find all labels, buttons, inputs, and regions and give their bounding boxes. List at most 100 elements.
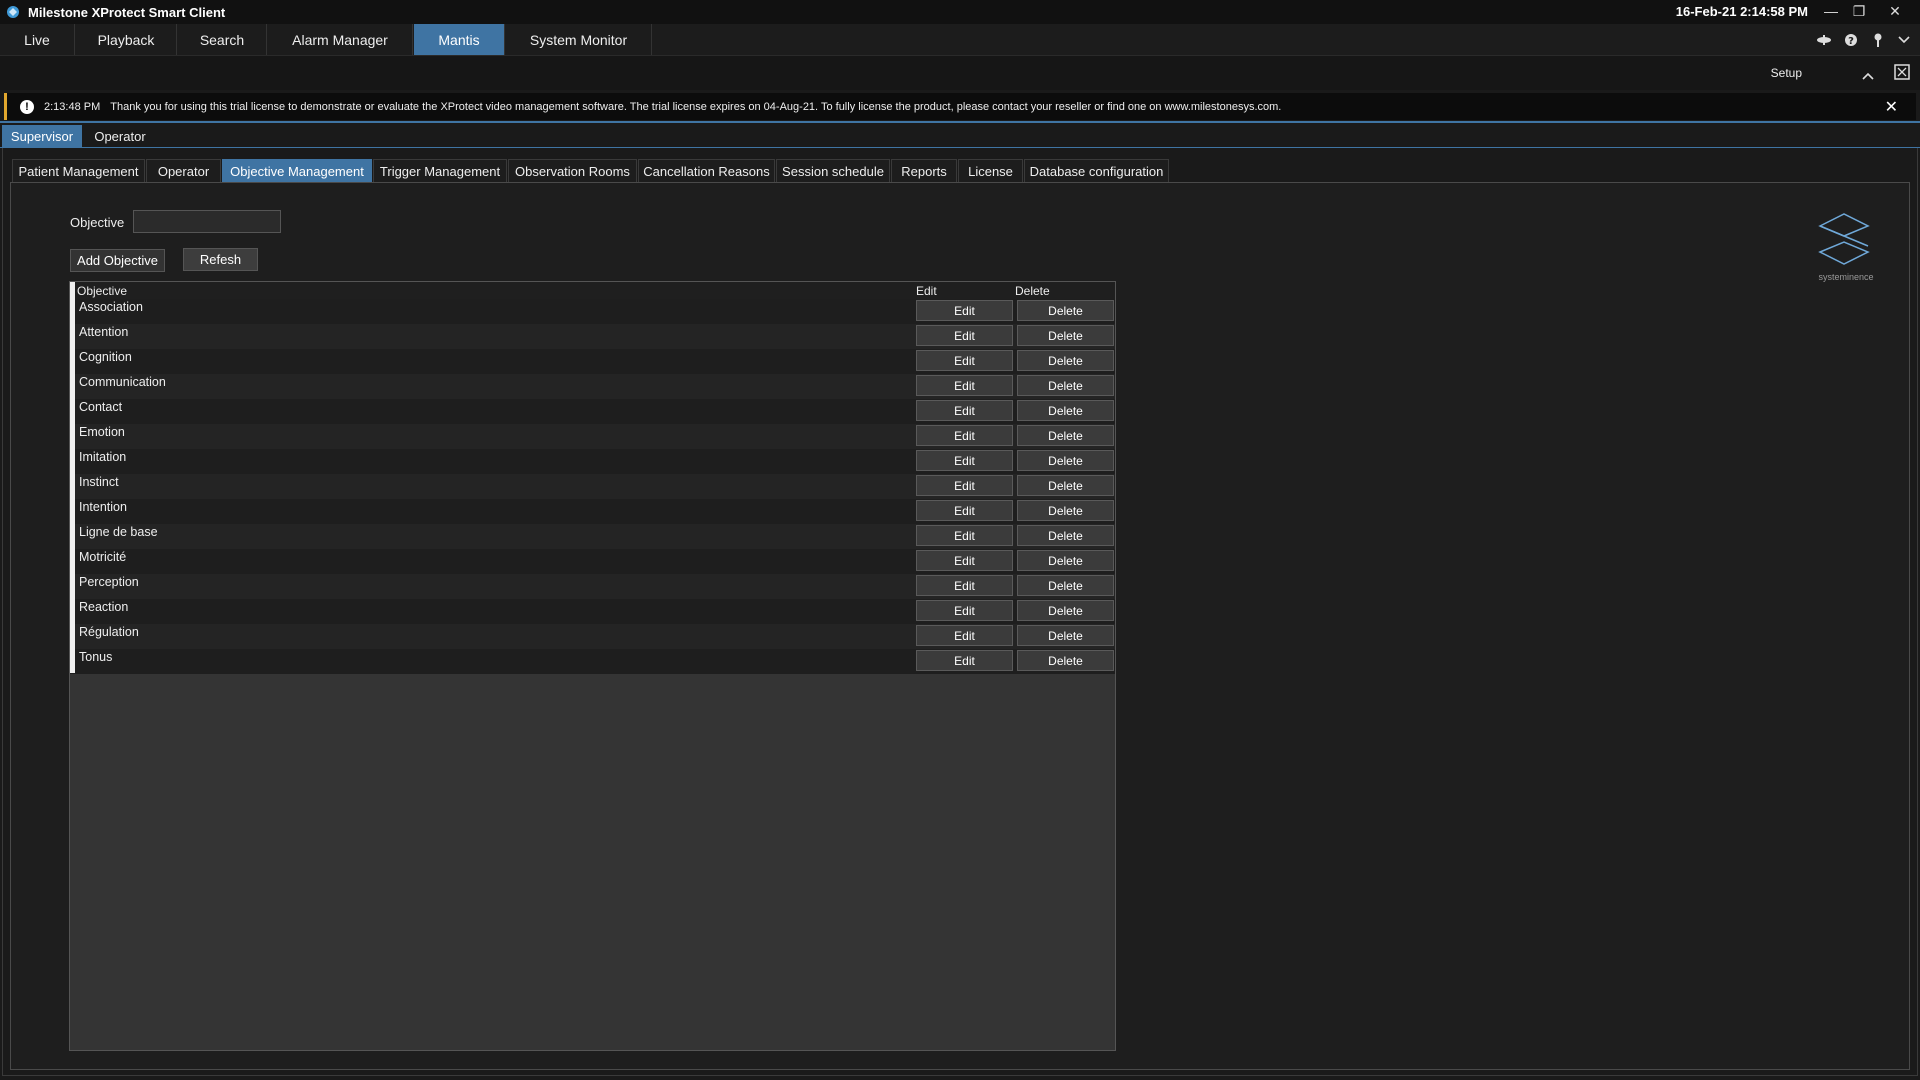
- main-tab-alarm-manager[interactable]: Alarm Manager: [268, 24, 413, 55]
- sub-tab-reports[interactable]: Reports: [891, 159, 957, 182]
- delete-button[interactable]: Delete: [1017, 375, 1114, 396]
- edit-button[interactable]: Edit: [916, 425, 1013, 446]
- close-icon[interactable]: ✕: [1880, 0, 1910, 22]
- chevron-up-icon[interactable]: [1862, 68, 1874, 83]
- add-objective-button[interactable]: Add Objective: [70, 249, 165, 272]
- grid-header: Objective Edit Delete: [70, 282, 1115, 299]
- sub-tab-database-configuration[interactable]: Database configuration: [1024, 159, 1169, 182]
- table-row[interactable]: Intention Edit Delete: [70, 499, 1115, 524]
- edit-button[interactable]: Edit: [916, 575, 1013, 596]
- role-tab-operator[interactable]: Operator: [84, 125, 156, 147]
- window-title: Milestone XProtect Smart Client: [28, 4, 226, 20]
- delete-button[interactable]: Delete: [1017, 450, 1114, 471]
- delete-button[interactable]: Delete: [1017, 525, 1114, 546]
- table-row[interactable]: Ligne de base Edit Delete: [70, 524, 1115, 549]
- delete-button[interactable]: Delete: [1017, 650, 1114, 671]
- objective-input[interactable]: [133, 210, 281, 233]
- edit-button[interactable]: Edit: [916, 500, 1013, 521]
- table-row[interactable]: Contact Edit Delete: [70, 399, 1115, 424]
- table-row[interactable]: Association Edit Delete: [70, 299, 1115, 324]
- edit-button[interactable]: Edit: [916, 550, 1013, 571]
- objective-name: Contact: [79, 400, 123, 414]
- minimize-icon[interactable]: —: [1816, 0, 1846, 22]
- delete-button[interactable]: Delete: [1017, 625, 1114, 646]
- sub-tab-cancellation-reasons[interactable]: Cancellation Reasons: [638, 159, 775, 182]
- table-row[interactable]: Tonus Edit Delete: [70, 649, 1115, 674]
- main-tab-playback[interactable]: Playback: [76, 24, 177, 55]
- delete-button[interactable]: Delete: [1017, 400, 1114, 421]
- objective-name: Cognition: [79, 350, 132, 364]
- header-objective: Objective: [77, 284, 128, 298]
- sub-tab-trigger-management[interactable]: Trigger Management: [373, 159, 507, 182]
- clock: 16-Feb-21 2:14:58 PM: [1675, 4, 1808, 19]
- table-row[interactable]: Emotion Edit Delete: [70, 424, 1115, 449]
- delete-button[interactable]: Delete: [1017, 475, 1114, 496]
- edit-button[interactable]: Edit: [916, 375, 1013, 396]
- setup-button[interactable]: Setup: [1771, 66, 1802, 80]
- role-tab-supervisor[interactable]: Supervisor: [2, 125, 82, 147]
- edit-button[interactable]: Edit: [916, 350, 1013, 371]
- separator: [0, 121, 1920, 123]
- table-row[interactable]: Reaction Edit Delete: [70, 599, 1115, 624]
- edit-button[interactable]: Edit: [916, 600, 1013, 621]
- delete-button[interactable]: Delete: [1017, 350, 1114, 371]
- delete-button[interactable]: Delete: [1017, 550, 1114, 571]
- delete-button[interactable]: Delete: [1017, 425, 1114, 446]
- edit-button[interactable]: Edit: [916, 325, 1013, 346]
- delete-button[interactable]: Delete: [1017, 600, 1114, 621]
- objective-name: Attention: [79, 325, 129, 339]
- objective-name: Tonus: [79, 650, 113, 664]
- main-tab-mantis[interactable]: Mantis: [414, 24, 505, 55]
- objectives-grid: Objective Edit Delete Association Edit Del…: [69, 281, 1116, 1051]
- main-tab-system-monitor[interactable]: System Monitor: [506, 24, 652, 55]
- sub-tab-objective-management[interactable]: Objective Management: [222, 159, 372, 182]
- fullscreen-icon[interactable]: [1894, 64, 1910, 83]
- license-banner: ! 2:13:48 PM Thank you for using this tr…: [4, 93, 1916, 120]
- delete-button[interactable]: Delete: [1017, 575, 1114, 596]
- table-row[interactable]: Régulation Edit Delete: [70, 624, 1115, 649]
- help-icon[interactable]: ?: [1841, 30, 1861, 50]
- sub-tab-session-schedule[interactable]: Session schedule: [776, 159, 890, 182]
- edit-button[interactable]: Edit: [916, 650, 1013, 671]
- milestone-logo-icon: [6, 5, 20, 19]
- header-delete: Delete: [1015, 284, 1050, 298]
- main-tab-search[interactable]: Search: [178, 24, 267, 55]
- objective-name: Perception: [79, 575, 139, 589]
- status-icon[interactable]: [1814, 30, 1834, 50]
- table-row[interactable]: Communication Edit Delete: [70, 374, 1115, 399]
- table-row[interactable]: Instinct Edit Delete: [70, 474, 1115, 499]
- sub-tab-license[interactable]: License: [958, 159, 1023, 182]
- header-edit: Edit: [916, 284, 937, 298]
- sub-tab-observation-rooms[interactable]: Observation Rooms: [508, 159, 637, 182]
- table-row[interactable]: Imitation Edit Delete: [70, 449, 1115, 474]
- restore-icon[interactable]: ❐: [1844, 0, 1874, 22]
- table-row[interactable]: Perception Edit Delete: [70, 574, 1115, 599]
- grid-selection-bar: [70, 282, 75, 673]
- edit-button[interactable]: Edit: [916, 525, 1013, 546]
- banner-time: 2:13:48 PM: [44, 100, 101, 113]
- edit-button[interactable]: Edit: [916, 450, 1013, 471]
- delete-button[interactable]: Delete: [1017, 500, 1114, 521]
- delete-button[interactable]: Delete: [1017, 300, 1114, 321]
- table-row[interactable]: Cognition Edit Delete: [70, 349, 1115, 374]
- pin-icon[interactable]: [1868, 30, 1888, 50]
- edit-button[interactable]: Edit: [916, 625, 1013, 646]
- objective-label: Objective: [70, 215, 125, 230]
- sub-tab-patient-management[interactable]: Patient Management: [12, 159, 145, 182]
- edit-button[interactable]: Edit: [916, 475, 1013, 496]
- objective-name: Imitation: [79, 450, 127, 464]
- close-banner-icon[interactable]: ✕: [1885, 97, 1898, 117]
- objective-name: Motricité: [79, 550, 127, 564]
- edit-button[interactable]: Edit: [916, 300, 1013, 321]
- objective-name: Instinct: [79, 475, 119, 489]
- main-tab-live[interactable]: Live: [0, 24, 75, 55]
- sub-tab-operator[interactable]: Operator: [146, 159, 221, 182]
- chevron-down-icon[interactable]: [1894, 30, 1914, 50]
- delete-button[interactable]: Delete: [1017, 325, 1114, 346]
- setup-bar: [0, 56, 1920, 90]
- logo-text: systeminence: [1818, 272, 1874, 282]
- refresh-button[interactable]: Refesh: [183, 248, 258, 271]
- table-row[interactable]: Motricité Edit Delete: [70, 549, 1115, 574]
- table-row[interactable]: Attention Edit Delete: [70, 324, 1115, 349]
- edit-button[interactable]: Edit: [916, 400, 1013, 421]
